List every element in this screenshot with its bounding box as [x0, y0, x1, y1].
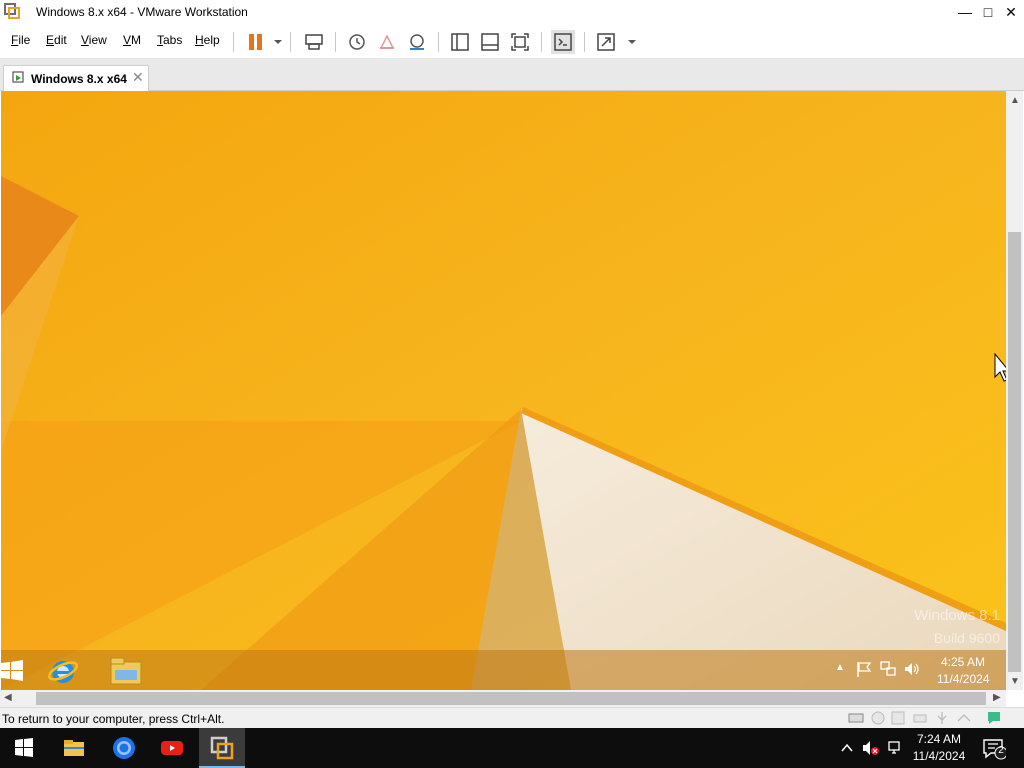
- snapshot-manager-icon[interactable]: [405, 30, 429, 54]
- guest-clock-date[interactable]: 11/4/2024: [937, 672, 990, 686]
- menu-toolbar: File Edit View VM Tabs Help: [0, 24, 1024, 58]
- tab-strip: [0, 58, 1024, 91]
- action-center-icon[interactable]: 2: [982, 738, 1008, 760]
- file-explorer-icon[interactable]: [109, 656, 143, 686]
- horizontal-scroll-thumb[interactable]: [36, 692, 986, 705]
- stretch-dropdown-icon[interactable]: [620, 30, 636, 54]
- toolbar-separator: [541, 32, 542, 52]
- guest-taskbar: ▲ 4:25 AM 11/4/2024: [1, 650, 1006, 690]
- scroll-up-icon[interactable]: ▲: [1010, 95, 1020, 106]
- windows-version-watermark: Windows 8.1: [914, 607, 1000, 624]
- menu-vm[interactable]: VM: [123, 33, 141, 47]
- pause-dropdown-icon[interactable]: [266, 30, 282, 54]
- menu-tabs[interactable]: Tabs: [157, 33, 182, 47]
- windows-wallpaper: [1, 91, 1006, 690]
- host-start-icon[interactable]: [12, 736, 36, 760]
- network-adapter-icon[interactable]: [912, 711, 928, 725]
- title-bar: Windows 8.x x64 - VMware Workstation — □…: [0, 0, 1024, 24]
- guest-volume-icon[interactable]: [903, 660, 921, 678]
- show-thumbnail-bar-icon[interactable]: [478, 30, 502, 54]
- toolbar-separator: [290, 32, 291, 52]
- host-volume-muted-icon[interactable]: [862, 740, 880, 756]
- notification-count-badge: 2: [998, 745, 1004, 756]
- menu-view[interactable]: View: [81, 33, 107, 47]
- vm-console[interactable]: Windows 8.1 Build 9600 ▲ 4:25 AM 11/4/20…: [1, 91, 1006, 690]
- snapshot-icon[interactable]: [345, 30, 369, 54]
- guest-start-icon[interactable]: [1, 660, 23, 682]
- chrome-icon[interactable]: [112, 736, 136, 760]
- scroll-down-icon[interactable]: ▼: [1010, 676, 1020, 687]
- host-taskbar: 7:24 AM 11/4/2024 2: [0, 728, 1024, 768]
- cd-dvd-icon[interactable]: [870, 711, 886, 725]
- toolbar-separator: [584, 32, 585, 52]
- tab-windows-8x-x64[interactable]: Windows 8.x x64 ✕: [3, 65, 149, 91]
- vmware-app-icon[interactable]: [4, 3, 20, 19]
- sound-card-icon[interactable]: [956, 711, 972, 725]
- host-clock-date[interactable]: 11/4/2024: [908, 749, 970, 763]
- vm-tab-icon: [12, 71, 26, 85]
- pause-icon[interactable]: [244, 30, 268, 54]
- window-title: Windows 8.x x64 - VMware Workstation: [36, 5, 248, 19]
- tab-close-icon[interactable]: ✕: [132, 69, 144, 86]
- console-view-icon[interactable]: [551, 30, 575, 54]
- host-vmware-taskbar-button[interactable]: [199, 728, 245, 768]
- vmware-icon: [210, 736, 234, 760]
- toolbar-separator: [438, 32, 439, 52]
- scroll-right-icon[interactable]: ▶: [993, 692, 1001, 703]
- toolbar-separator: [233, 32, 234, 52]
- host-file-explorer-icon[interactable]: [62, 736, 86, 760]
- menu-edit[interactable]: Edit: [46, 33, 67, 47]
- hard-disk-icon[interactable]: [848, 711, 864, 725]
- close-button[interactable]: ✕: [996, 0, 1024, 24]
- menu-file[interactable]: File: [11, 33, 30, 47]
- scroll-left-icon[interactable]: ◀: [4, 692, 12, 703]
- stretch-guest-icon[interactable]: [594, 30, 618, 54]
- host-network-icon[interactable]: [888, 740, 904, 756]
- message-log-icon[interactable]: [986, 711, 1002, 725]
- windows-build-watermark: Build 9600: [933, 630, 1000, 646]
- youtube-icon[interactable]: [160, 736, 184, 760]
- send-ctrl-alt-del-icon[interactable]: [302, 30, 326, 54]
- guest-network-icon[interactable]: [879, 660, 897, 678]
- tab-label: Windows 8.x x64: [31, 72, 127, 86]
- action-center-flag-icon[interactable]: [855, 660, 873, 678]
- status-bar: To return to your computer, press Ctrl+A…: [0, 707, 1024, 729]
- usb-icon[interactable]: [934, 711, 950, 725]
- guest-tray-expand-icon[interactable]: ▲: [835, 662, 845, 673]
- status-message: To return to your computer, press Ctrl+A…: [2, 712, 225, 726]
- vertical-scroll-thumb[interactable]: [1008, 232, 1021, 672]
- guest-clock-time[interactable]: 4:25 AM: [941, 655, 985, 669]
- host-tray-expand-icon[interactable]: [840, 741, 854, 755]
- host-clock-time[interactable]: 7:24 AM: [916, 732, 962, 746]
- revert-snapshot-icon[interactable]: [375, 30, 399, 54]
- internet-explorer-icon[interactable]: [47, 655, 79, 687]
- full-screen-icon[interactable]: [508, 30, 532, 54]
- floppy-icon[interactable]: [890, 711, 906, 725]
- toolbar-separator: [335, 32, 336, 52]
- mouse-cursor-icon: [993, 352, 1006, 383]
- menu-help[interactable]: Help: [195, 33, 220, 47]
- show-library-icon[interactable]: [448, 30, 472, 54]
